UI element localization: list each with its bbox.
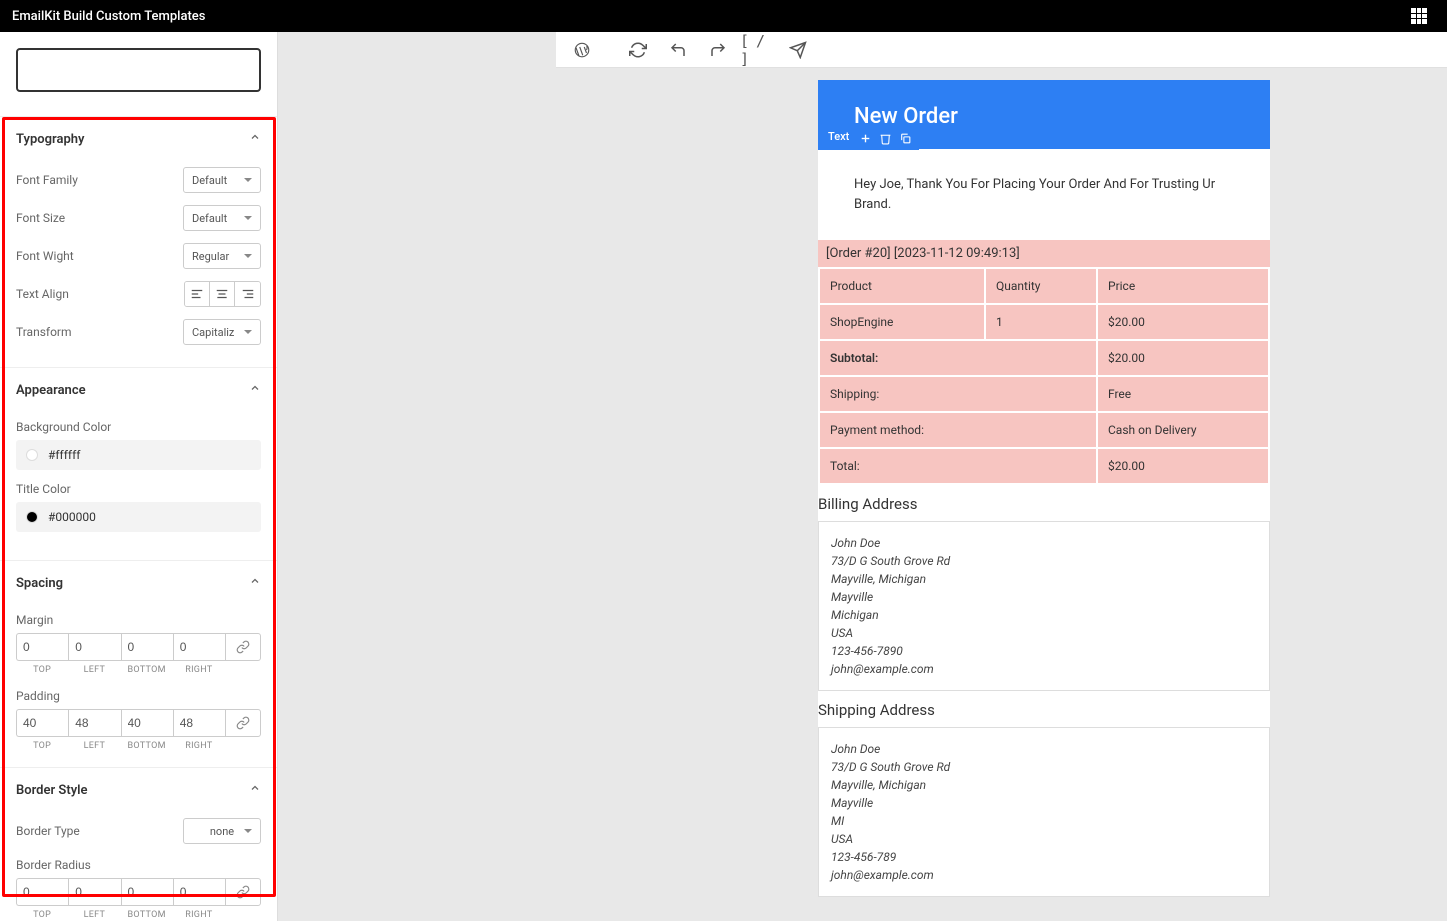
redo-icon[interactable] bbox=[700, 34, 736, 66]
appearance-header[interactable]: Appearance bbox=[0, 368, 277, 412]
border-type-select[interactable]: none bbox=[183, 818, 261, 844]
payment-label: Payment method: bbox=[820, 413, 1096, 447]
cell-product: ShopEngine bbox=[820, 305, 984, 339]
subtotal-value: $20.00 bbox=[1098, 341, 1268, 375]
email-header[interactable]: New Order Text bbox=[818, 80, 1270, 149]
shipping-title: Shipping Address bbox=[818, 691, 1270, 727]
typography-section: Typography Font Family Default Font Size D… bbox=[0, 117, 277, 368]
font-family-select[interactable]: Default bbox=[183, 167, 261, 193]
padding-top-input[interactable] bbox=[16, 709, 68, 737]
typography-header[interactable]: Typography bbox=[0, 117, 277, 161]
border-header[interactable]: Border Style bbox=[0, 768, 277, 812]
add-icon[interactable] bbox=[855, 128, 875, 148]
chevron-up-icon bbox=[249, 575, 261, 591]
section-title: Border Style bbox=[16, 783, 88, 798]
chevron-up-icon bbox=[249, 782, 261, 798]
total-label: Total: bbox=[820, 449, 1096, 483]
padding-label: Padding bbox=[16, 689, 261, 703]
email-preview: New Order Text Hey Joe, Thank You For Pl… bbox=[818, 80, 1270, 897]
wordpress-icon[interactable] bbox=[564, 34, 600, 66]
radius-right-input[interactable] bbox=[173, 878, 225, 906]
transform-select[interactable]: Capitaliz bbox=[183, 319, 261, 345]
title-color-label: Title Color bbox=[16, 482, 261, 496]
col-quantity: Quantity bbox=[986, 269, 1096, 303]
align-right-button[interactable] bbox=[235, 282, 260, 306]
margin-right-input[interactable] bbox=[173, 633, 225, 661]
email-greeting[interactable]: Hey Joe, Thank You For Placing Your Orde… bbox=[818, 149, 1270, 240]
border-section: Border Style Border Type none Border Radi… bbox=[0, 768, 277, 921]
bg-color-input[interactable]: #ffffff bbox=[16, 440, 261, 470]
chevron-up-icon bbox=[249, 131, 261, 147]
col-price: Price bbox=[1098, 269, 1268, 303]
send-icon[interactable] bbox=[780, 34, 816, 66]
padding-right-input[interactable] bbox=[173, 709, 225, 737]
font-weight-select[interactable]: Regular bbox=[183, 243, 261, 269]
total-value: $20.00 bbox=[1098, 449, 1268, 483]
cell-qty: 1 bbox=[986, 305, 1096, 339]
section-title: Spacing bbox=[16, 576, 63, 591]
col-product: Product bbox=[820, 269, 984, 303]
shipping-label: Shipping: bbox=[820, 377, 1096, 411]
billing-address[interactable]: John Doe73/D G South Grove RdMayville, M… bbox=[818, 521, 1270, 691]
section-title: Typography bbox=[16, 132, 85, 147]
radius-link-button[interactable] bbox=[225, 878, 261, 906]
delete-icon[interactable] bbox=[875, 128, 895, 148]
title-color-input[interactable]: #000000 bbox=[16, 502, 261, 532]
element-type-label: Text bbox=[822, 128, 855, 148]
billing-title: Billing Address bbox=[818, 485, 1270, 521]
margin-link-button[interactable] bbox=[225, 633, 261, 661]
chevron-up-icon bbox=[249, 382, 261, 398]
bg-color-label: Background Color bbox=[16, 420, 261, 434]
radius-left-input[interactable] bbox=[68, 878, 120, 906]
font-size-select[interactable]: Default bbox=[183, 205, 261, 231]
margin-left-input[interactable] bbox=[68, 633, 120, 661]
subtotal-label: Subtotal: bbox=[820, 341, 1096, 375]
order-table[interactable]: ProductQuantityPrice ShopEngine1$20.00 S… bbox=[818, 267, 1270, 485]
section-title: Appearance bbox=[16, 383, 86, 398]
padding-link-button[interactable] bbox=[225, 709, 261, 737]
radius-bottom-input[interactable] bbox=[121, 878, 173, 906]
shipping-address[interactable]: John Doe73/D G South Grove RdMayville, M… bbox=[818, 727, 1270, 897]
order-meta[interactable]: [Order #20] [2023-11-12 09:49:13] bbox=[818, 240, 1270, 267]
transform-label: Transform bbox=[16, 325, 72, 339]
text-align-label: Text Align bbox=[16, 287, 69, 301]
font-family-label: Font Family bbox=[16, 173, 78, 187]
style-sidebar: Typography Font Family Default Font Size D… bbox=[0, 32, 278, 921]
padding-bottom-input[interactable] bbox=[121, 709, 173, 737]
duplicate-icon[interactable] bbox=[895, 128, 915, 148]
refresh-icon[interactable] bbox=[620, 34, 656, 66]
cell-price: $20.00 bbox=[1098, 305, 1268, 339]
element-toolbar: Text bbox=[818, 126, 919, 150]
margin-label: Margin bbox=[16, 613, 261, 627]
shortcode-button[interactable]: [ / ] bbox=[740, 34, 776, 66]
canvas-toolbar: [ / ] bbox=[556, 32, 1447, 68]
border-type-label: Border Type bbox=[16, 824, 80, 838]
undo-icon[interactable] bbox=[660, 34, 696, 66]
radius-top-input[interactable] bbox=[16, 878, 68, 906]
payment-value: Cash on Delivery bbox=[1098, 413, 1268, 447]
app-title: EmailKit Build Custom Templates bbox=[12, 9, 205, 24]
font-weight-label: Font Wight bbox=[16, 249, 74, 263]
margin-bottom-input[interactable] bbox=[121, 633, 173, 661]
spacing-header[interactable]: Spacing bbox=[0, 561, 277, 605]
margin-top-input[interactable] bbox=[16, 633, 68, 661]
top-bar: EmailKit Build Custom Templates bbox=[0, 0, 1447, 32]
apps-grid-icon[interactable] bbox=[1411, 8, 1427, 24]
text-align-group bbox=[184, 281, 261, 307]
appearance-section: Appearance Background Color #ffffff Titl… bbox=[0, 368, 277, 561]
align-center-button[interactable] bbox=[210, 282, 235, 306]
align-left-button[interactable] bbox=[185, 282, 210, 306]
shipping-value: Free bbox=[1098, 377, 1268, 411]
preview-box bbox=[16, 48, 261, 92]
padding-left-input[interactable] bbox=[68, 709, 120, 737]
canvas: [ / ] New Order Text Hey Joe, Thank You … bbox=[278, 32, 1447, 921]
font-size-label: Font Size bbox=[16, 211, 65, 225]
border-radius-label: Border Radius bbox=[16, 858, 261, 872]
spacing-section: Spacing Margin TOPLEFTBOTTOMRIGHT Paddin… bbox=[0, 561, 277, 768]
